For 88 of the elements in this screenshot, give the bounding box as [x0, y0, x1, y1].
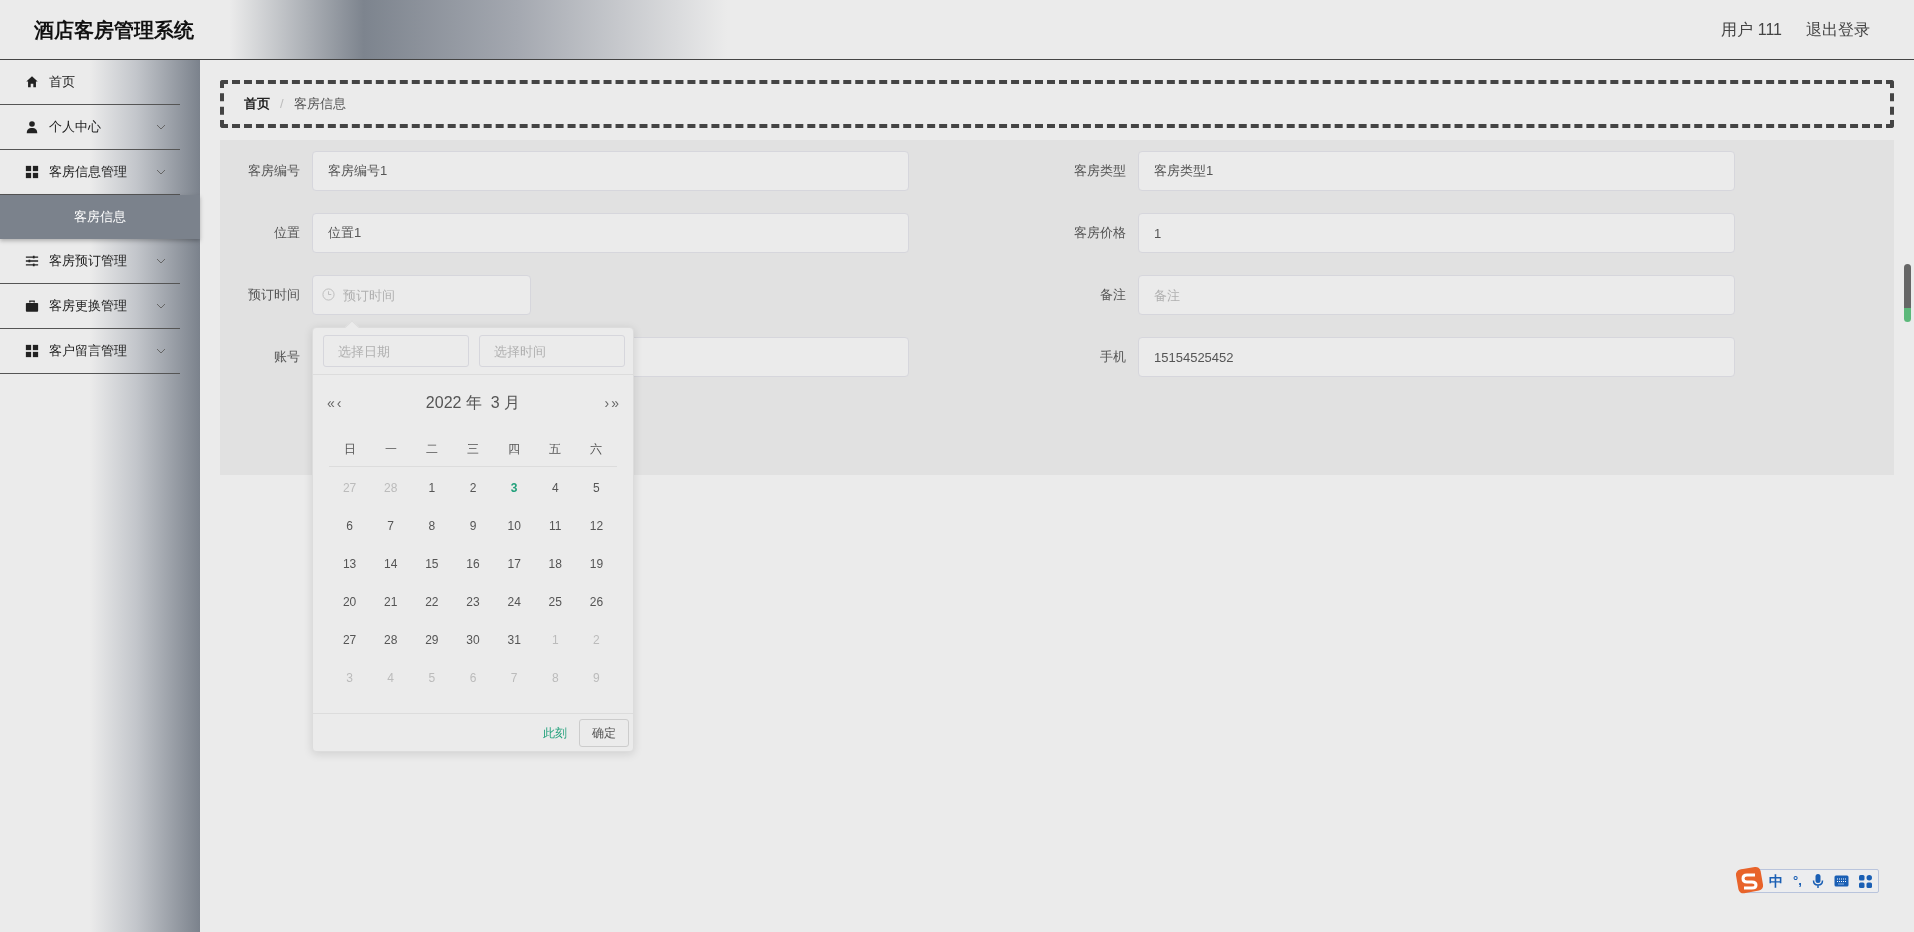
weekday-label: 三 [466, 440, 480, 458]
briefcase-icon [25, 299, 39, 313]
weekday-label: 日 [342, 440, 357, 458]
calendar-day[interactable]: 10 [507, 517, 521, 535]
calendar-day[interactable]: 24 [507, 593, 521, 611]
sidebar-item[interactable]: 首页 [0, 60, 180, 105]
calendar-day[interactable]: 20 [342, 593, 357, 611]
input-field[interactable]: 客房编号1 [312, 151, 909, 191]
calendar-day[interactable]: 26 [589, 593, 604, 611]
calendar-day[interactable]: 8 [428, 517, 436, 535]
calendar-day[interactable]: 11 [549, 517, 562, 535]
microphone-icon[interactable] [1811, 873, 1824, 889]
calendar-day[interactable]: 4 [551, 479, 559, 497]
field-label: 手机 [1099, 348, 1126, 367]
calendar-day[interactable]: 23 [466, 593, 480, 611]
field-label: 备注 [1099, 286, 1126, 305]
calendar-day[interactable]: 7 [387, 517, 395, 535]
calendar-day[interactable]: 31 [507, 631, 521, 649]
clock-icon [322, 288, 335, 301]
chevron-icon [156, 169, 166, 175]
calendar-day[interactable]: 19 [589, 555, 604, 573]
calendar-day[interactable]: 22 [425, 593, 439, 611]
sidebar-subitem[interactable]: 客房信息 [0, 195, 200, 239]
sidebar-item[interactable]: 客房更换管理 [0, 284, 180, 329]
calendar-day[interactable]: 28 [384, 631, 398, 649]
confirm-button[interactable]: 确定 [579, 718, 629, 747]
previous-month-button[interactable]: ‹ [336, 392, 342, 414]
calendar-day[interactable]: 15 [425, 555, 439, 573]
input-field[interactable]: 1 [1138, 213, 1735, 253]
chevron-icon [156, 303, 166, 309]
input-field[interactable]: 位置1 [312, 213, 909, 253]
home-icon [25, 75, 39, 89]
calendar-day[interactable]: 5 [593, 479, 600, 497]
sidebar-item[interactable]: 客户留言管理 [0, 329, 180, 374]
field-label: 账号 [273, 348, 300, 367]
calendar-day[interactable]: 16 [466, 555, 480, 573]
breadcrumb-separator: / [280, 95, 284, 114]
calendar-day[interactable]: 14 [384, 555, 398, 573]
chevron-icon [156, 258, 166, 264]
weekday-label: 一 [383, 440, 398, 458]
input-field[interactable]: 15154525452 [1138, 337, 1735, 377]
calendar-day[interactable]: 12 [589, 517, 604, 535]
sidebar-item[interactable]: 个人中心 [0, 105, 180, 150]
breadcrumb-item: 客房信息 [293, 95, 346, 114]
grid-icon[interactable] [1858, 874, 1872, 888]
sidebar-item[interactable]: 客房预订管理 [0, 239, 180, 284]
calendar-day[interactable]: 30 [466, 631, 480, 649]
chevron-icon [156, 348, 166, 354]
field-label: 预订时间 [247, 286, 300, 305]
calendar-day[interactable]: 9 [469, 517, 477, 535]
ime-logo-icon [1735, 865, 1765, 895]
logout-link[interactable]: 退出登录 [1806, 17, 1870, 42]
calendar-day[interactable]: 18 [548, 555, 562, 573]
next-month-button[interactable]: › [604, 392, 610, 414]
calendar-day[interactable]: 29 [425, 631, 439, 649]
field-label: 客房价格 [1073, 224, 1126, 243]
app-title: 酒店客房管理系统 [34, 17, 194, 43]
calendar-day[interactable]: 13 [342, 555, 357, 573]
keyboard-icon[interactable] [1833, 875, 1849, 887]
field-label: 客房类型 [1073, 162, 1126, 181]
weekday-label: 五 [548, 440, 563, 458]
next-year-button[interactable]: » [611, 392, 619, 414]
grid-icon [25, 344, 39, 358]
sliders-icon [25, 254, 39, 268]
calendar-day[interactable]: 2 [469, 479, 477, 497]
user-icon [25, 120, 39, 134]
calendar-day[interactable]: 17 [507, 555, 521, 573]
chevron-icon [156, 124, 166, 130]
breadcrumb-item[interactable]: 首页 [244, 94, 270, 114]
calendar-title: 2022 年 3 月 [424, 393, 522, 413]
input-field[interactable]: 备注 [1138, 275, 1735, 315]
weekday-label: 四 [507, 440, 522, 458]
user-name: 用户 111 [1721, 19, 1782, 40]
field-label: 客房编号 [247, 162, 300, 181]
calendar-day[interactable]: 27 [342, 631, 357, 649]
field-label: 位置 [273, 224, 300, 243]
punctuation-mode-label[interactable]: °, [1793, 871, 1802, 891]
calendar-day[interactable]: 6 [346, 517, 353, 535]
input-mode-label[interactable]: 中 [1769, 870, 1783, 892]
grid-icon [25, 165, 39, 179]
calendar-day[interactable]: 1 [428, 479, 436, 497]
input-field[interactable]: 客房类型1 [1138, 151, 1735, 191]
weekday-label: 二 [424, 440, 439, 458]
scrollbar-thumb [1904, 264, 1911, 322]
weekday-label: 六 [589, 440, 604, 458]
calendar-day[interactable]: 21 [384, 593, 398, 611]
calendar-day[interactable]: 25 [548, 593, 562, 611]
previous-year-button[interactable]: « [327, 392, 335, 414]
